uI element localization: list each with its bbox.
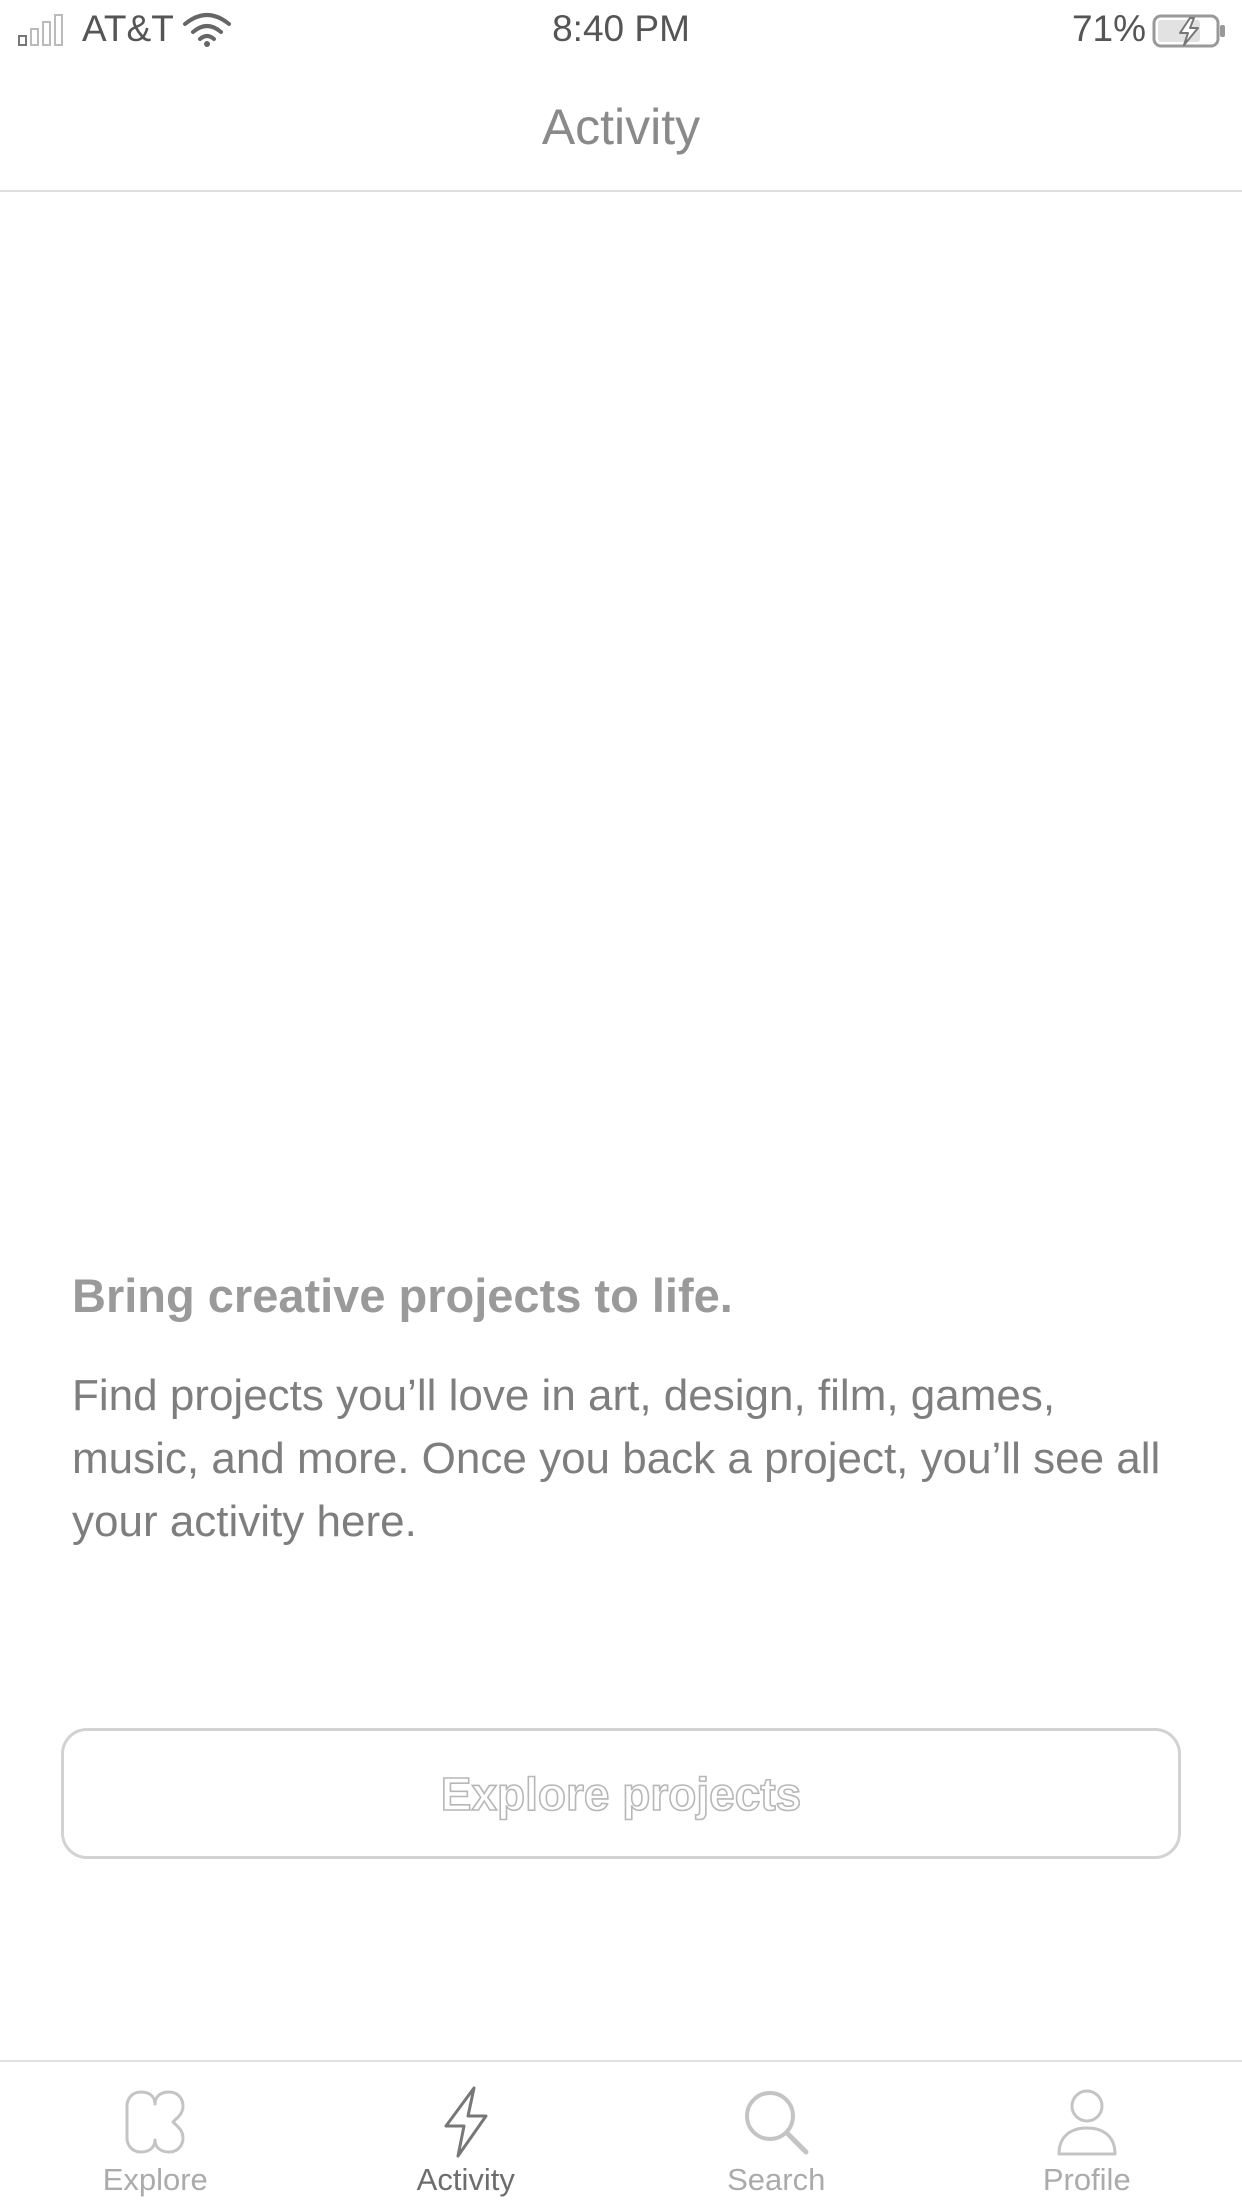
explore-projects-button-label: Explore projects <box>440 1767 802 1821</box>
clock: 8:40 PM <box>552 8 690 49</box>
tab-profile-label: Profile <box>1042 2162 1131 2197</box>
tab-profile[interactable]: Profile <box>932 2062 1242 2208</box>
person-icon <box>1057 2089 1117 2156</box>
battery-percent: 71% <box>1071 8 1146 49</box>
tab-activity[interactable]: Activity <box>311 2062 621 2208</box>
tab-activity-label: Activity <box>416 2162 515 2197</box>
tab-bar: Explore Activity Search Profile <box>0 2060 1242 2208</box>
tab-search-label: Search <box>727 2162 826 2197</box>
empty-state-description: Find projects you’ll love in art, design… <box>72 1371 1161 1546</box>
status-bar: AT&T 8:40 PM 71% <box>0 0 1242 58</box>
battery-charging-icon <box>1152 14 1225 48</box>
tab-search[interactable]: Search <box>621 2062 931 2208</box>
lightning-bolt-icon <box>444 2086 488 2158</box>
empty-state-heading: Bring creative projects to life. <box>72 1269 733 1322</box>
explore-projects-button[interactable]: Explore projects <box>61 1728 1181 1859</box>
tab-explore-label: Explore <box>102 2162 208 2197</box>
page-title: Activity <box>541 99 701 155</box>
tab-explore[interactable]: Explore <box>0 2062 310 2208</box>
kickstarter-logo-icon <box>125 2090 185 2154</box>
search-icon <box>745 2091 809 2155</box>
activity-screen: AT&T 8:40 PM 71% Activity Bring creative… <box>0 0 1242 2208</box>
navigation-bar: Activity <box>0 58 1242 192</box>
